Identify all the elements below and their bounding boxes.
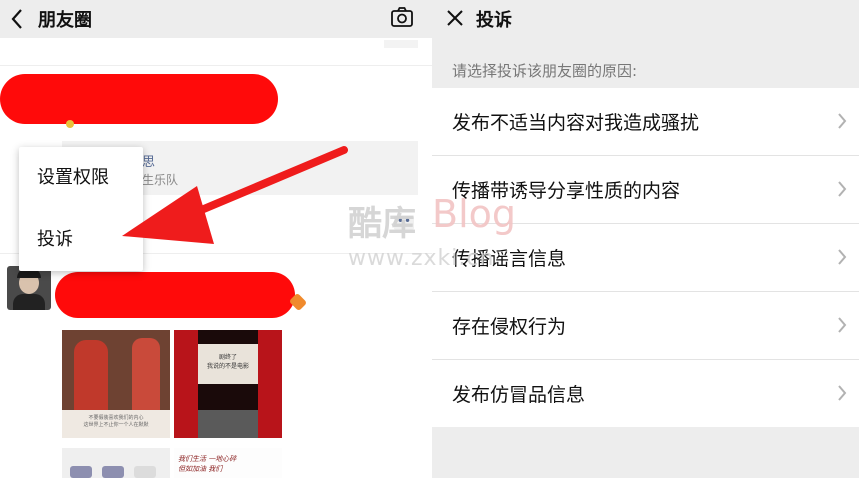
watermark-brand-cn: 酷库	[348, 204, 416, 244]
complaint-title: 投诉	[476, 10, 512, 31]
chevron-right-icon	[838, 113, 847, 129]
complaint-panel: 投诉 请选择投诉该朋友圈的原因: 发布不适当内容对我造成骚扰 传播带诱导分享性质…	[432, 0, 859, 478]
complaint-hint: 请选择投诉该朋友圈的原因:	[452, 62, 638, 80]
reason-label: 发布不适当内容对我造成骚扰	[452, 112, 700, 134]
complaint-top-bar: 投诉	[432, 0, 859, 38]
reason-list: 发布不适当内容对我造成骚扰 传播带诱导分享性质的内容 传播谣言信息 存在侵权行为…	[432, 88, 859, 427]
chevron-right-icon	[838, 249, 847, 265]
reason-item[interactable]: 发布仿冒品信息	[432, 360, 859, 427]
watermark-brand-en: Blog	[432, 192, 516, 236]
reason-item[interactable]: 发布不适当内容对我造成骚扰	[432, 88, 859, 156]
reason-label: 存在侵权行为	[452, 316, 567, 338]
reason-label: 发布仿冒品信息	[452, 384, 586, 406]
chevron-right-icon	[838, 181, 847, 197]
close-icon[interactable]	[446, 9, 464, 27]
chevron-right-icon	[838, 385, 847, 401]
reason-item[interactable]: 存在侵权行为	[432, 292, 859, 360]
watermark-url: www.zxki.cn	[348, 246, 495, 271]
chevron-right-icon	[838, 317, 847, 333]
